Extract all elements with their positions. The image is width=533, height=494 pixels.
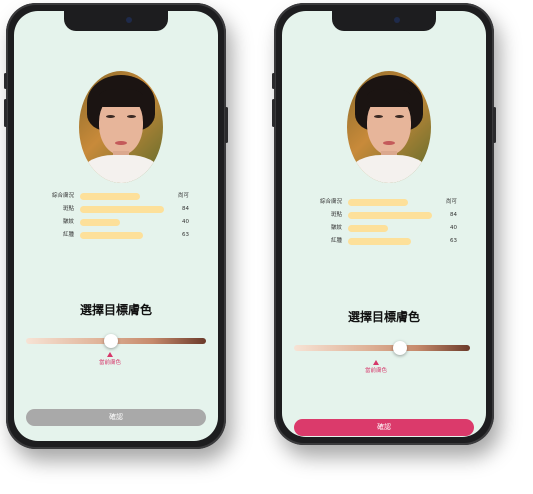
metric-bar	[80, 205, 164, 213]
metric-label: 斑點	[62, 206, 74, 212]
metric-bar	[348, 224, 388, 232]
metric-row: 皺紋 40	[14, 217, 218, 227]
metric-row: 綜合膚況 尚可	[14, 191, 218, 201]
camera-icon	[394, 17, 400, 23]
metric-value: 63	[450, 238, 457, 244]
metric-value: 84	[182, 206, 189, 212]
metric-row: 斑點 84	[14, 204, 218, 214]
side-button	[4, 73, 7, 89]
metric-value: 尚可	[446, 199, 458, 205]
metric-bar	[348, 211, 432, 219]
metric-row: 斑點 84	[282, 210, 486, 220]
metric-row: 綜合膚況 尚可	[282, 197, 486, 207]
slider-handle[interactable]	[103, 334, 118, 348]
app-screen: 綜合膚況 尚可 斑點 84 皺紋 40 紅腫 63 選擇目標膚色 當前膚色 確認	[14, 11, 218, 441]
side-button	[272, 99, 275, 127]
face-photo	[79, 71, 163, 183]
metric-row: 皺紋 40	[282, 223, 486, 233]
app-screen: 綜合膚況 尚可 斑點 84 皺紋 40 紅腫 63 選擇目標膚色 當前膚色 確認	[282, 11, 486, 437]
metric-label: 綜合膚況	[51, 193, 74, 199]
current-tone-marker-icon	[373, 360, 379, 365]
metric-value: 尚可	[178, 193, 190, 199]
metric-bar	[80, 231, 143, 239]
current-tone-label: 當前膚色	[98, 360, 121, 366]
metric-label: 綜合膚況	[319, 199, 342, 205]
side-button	[225, 107, 228, 143]
current-tone-label: 當前膚色	[364, 368, 387, 374]
metric-value: 63	[182, 232, 189, 238]
confirm-button[interactable]: 確認	[26, 409, 206, 426]
phone-left: 綜合膚況 尚可 斑點 84 皺紋 40 紅腫 63 選擇目標膚色 當前膚色 確認	[4, 3, 228, 449]
confirm-button[interactable]: 確認	[294, 419, 474, 436]
camera-icon	[126, 17, 132, 23]
metric-value: 40	[450, 225, 457, 231]
metric-label: 皺紋	[330, 225, 342, 231]
metric-bar	[80, 218, 120, 226]
page-heading: 選擇目標膚色	[347, 310, 420, 324]
metric-value: 40	[182, 219, 189, 225]
metric-label: 紅腫	[62, 232, 74, 238]
metric-bar	[348, 237, 411, 245]
metric-label: 斑點	[330, 212, 342, 218]
face-photo	[347, 71, 431, 183]
slider-handle[interactable]	[392, 341, 407, 355]
notch	[64, 11, 168, 31]
metric-label: 皺紋	[62, 219, 74, 225]
side-button	[4, 99, 7, 127]
notch	[332, 11, 436, 31]
metric-value: 84	[450, 212, 457, 218]
current-tone-marker-icon	[107, 352, 113, 357]
metric-bar	[348, 198, 408, 206]
metric-bar	[80, 192, 140, 200]
side-button	[272, 73, 275, 89]
page-heading: 選擇目標膚色	[79, 303, 152, 317]
metric-row: 紅腫 63	[282, 236, 486, 246]
metric-row: 紅腫 63	[14, 230, 218, 240]
metric-label: 紅腫	[330, 238, 342, 244]
phone-right: 綜合膚況 尚可 斑點 84 皺紋 40 紅腫 63 選擇目標膚色 當前膚色 確認	[272, 3, 496, 445]
side-button	[493, 107, 496, 143]
skin-tone-slider[interactable]	[294, 345, 470, 351]
